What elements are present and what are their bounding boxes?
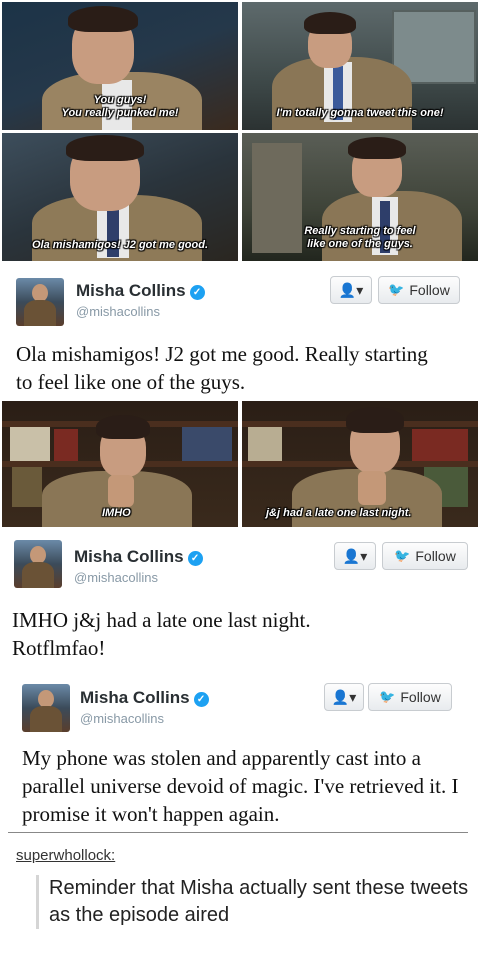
twitter-bird-icon: 🐦 (379, 689, 396, 704)
panel-1-caption-line-2: You really punked me! (61, 107, 179, 119)
verified-badge-icon: ✓ (187, 551, 203, 566)
verified-badge-icon: ✓ (193, 692, 209, 707)
user-dropdown-button[interactable]: 👤▾ (330, 276, 372, 304)
panel-3-caption: Ola mishamigos! J2 got me good. (31, 239, 209, 251)
author-name-text: Misha Collins (76, 281, 186, 300)
tweet-text: My phone was stolen and apparently cast … (22, 746, 459, 826)
divider (8, 832, 468, 833)
author-name-text: Misha Collins (74, 547, 184, 566)
user-dropdown-button[interactable]: 👤▾ (324, 683, 364, 711)
author-name-text: Misha Collins (80, 688, 190, 707)
panel-4-caption-line-1: Really starting to feel (304, 225, 416, 237)
follow-button[interactable]: 🐦 Follow (378, 276, 460, 304)
tweet-author-name[interactable]: Misha Collins ✓ (74, 547, 203, 567)
follow-button[interactable]: 🐦 Follow (382, 542, 468, 570)
screencap-panel-1: You guys! You really punked me! (2, 2, 238, 130)
tweet-card-2: Misha Collins ✓ @mishacollins 👤▾ 🐦 Follow… (0, 530, 480, 666)
screencap-panel-3: Ola mishamigos! J2 got me good. (2, 133, 238, 261)
screencap-panel-5: IMHO (2, 401, 238, 527)
tweet-author-name[interactable]: Misha Collins ✓ (76, 281, 205, 301)
user-dropdown-icon: 👤▾ (342, 547, 368, 564)
panel-6-caption: j&j had a late one last night. (266, 507, 412, 519)
avatar[interactable] (16, 278, 64, 326)
tweet-text: IMHO j&j had a late one last night. Rotf… (12, 608, 311, 660)
avatar[interactable] (14, 540, 62, 588)
tweet-author-handle[interactable]: @mishacollins (74, 570, 158, 585)
follow-label: Follow (400, 689, 441, 705)
user-dropdown-icon: 👤▾ (331, 688, 357, 705)
verified-badge-icon: ✓ (189, 285, 205, 300)
tweet-author-handle[interactable]: @mishacollins (76, 304, 160, 319)
user-dropdown-button[interactable]: 👤▾ (334, 542, 376, 570)
tweet-text: Ola mishamigos! J2 got me good. Really s… (16, 342, 428, 394)
panel-4-caption-line-2: like one of the guys. (307, 238, 413, 250)
panel-2-caption: I'm totally gonna tweet this one! (276, 107, 444, 119)
panel-5-caption: IMHO (102, 507, 131, 519)
screencap-panel-6: j&j had a late one last night. (242, 401, 478, 527)
twitter-bird-icon: 🐦 (388, 282, 405, 297)
follow-button[interactable]: 🐦 Follow (368, 683, 452, 711)
reblog-username-link[interactable]: superwhollock: (16, 847, 115, 864)
screencap-panel-2: I'm totally gonna tweet this one! (242, 2, 478, 130)
avatar[interactable] (22, 684, 70, 732)
panel-1-caption-line-1: You guys! (93, 94, 147, 106)
tweet-card-3: Misha Collins ✓ @mishacollins 👤▾ 🐦 Follow… (0, 674, 480, 830)
user-dropdown-icon: 👤▾ (338, 281, 364, 298)
tweet-card-1: Misha Collins ✓ @mishacollins 👤▾ 🐦 Follow… (0, 266, 480, 400)
follow-label: Follow (409, 282, 450, 298)
tweet-author-name[interactable]: Misha Collins ✓ (80, 688, 209, 708)
reblog-quote: Reminder that Misha actually sent these … (36, 875, 469, 929)
follow-label: Follow (415, 548, 456, 564)
tweet-author-handle[interactable]: @mishacollins (80, 711, 164, 726)
twitter-bird-icon: 🐦 (394, 548, 411, 563)
screencap-panel-4: Really starting to feel like one of the … (242, 133, 478, 261)
